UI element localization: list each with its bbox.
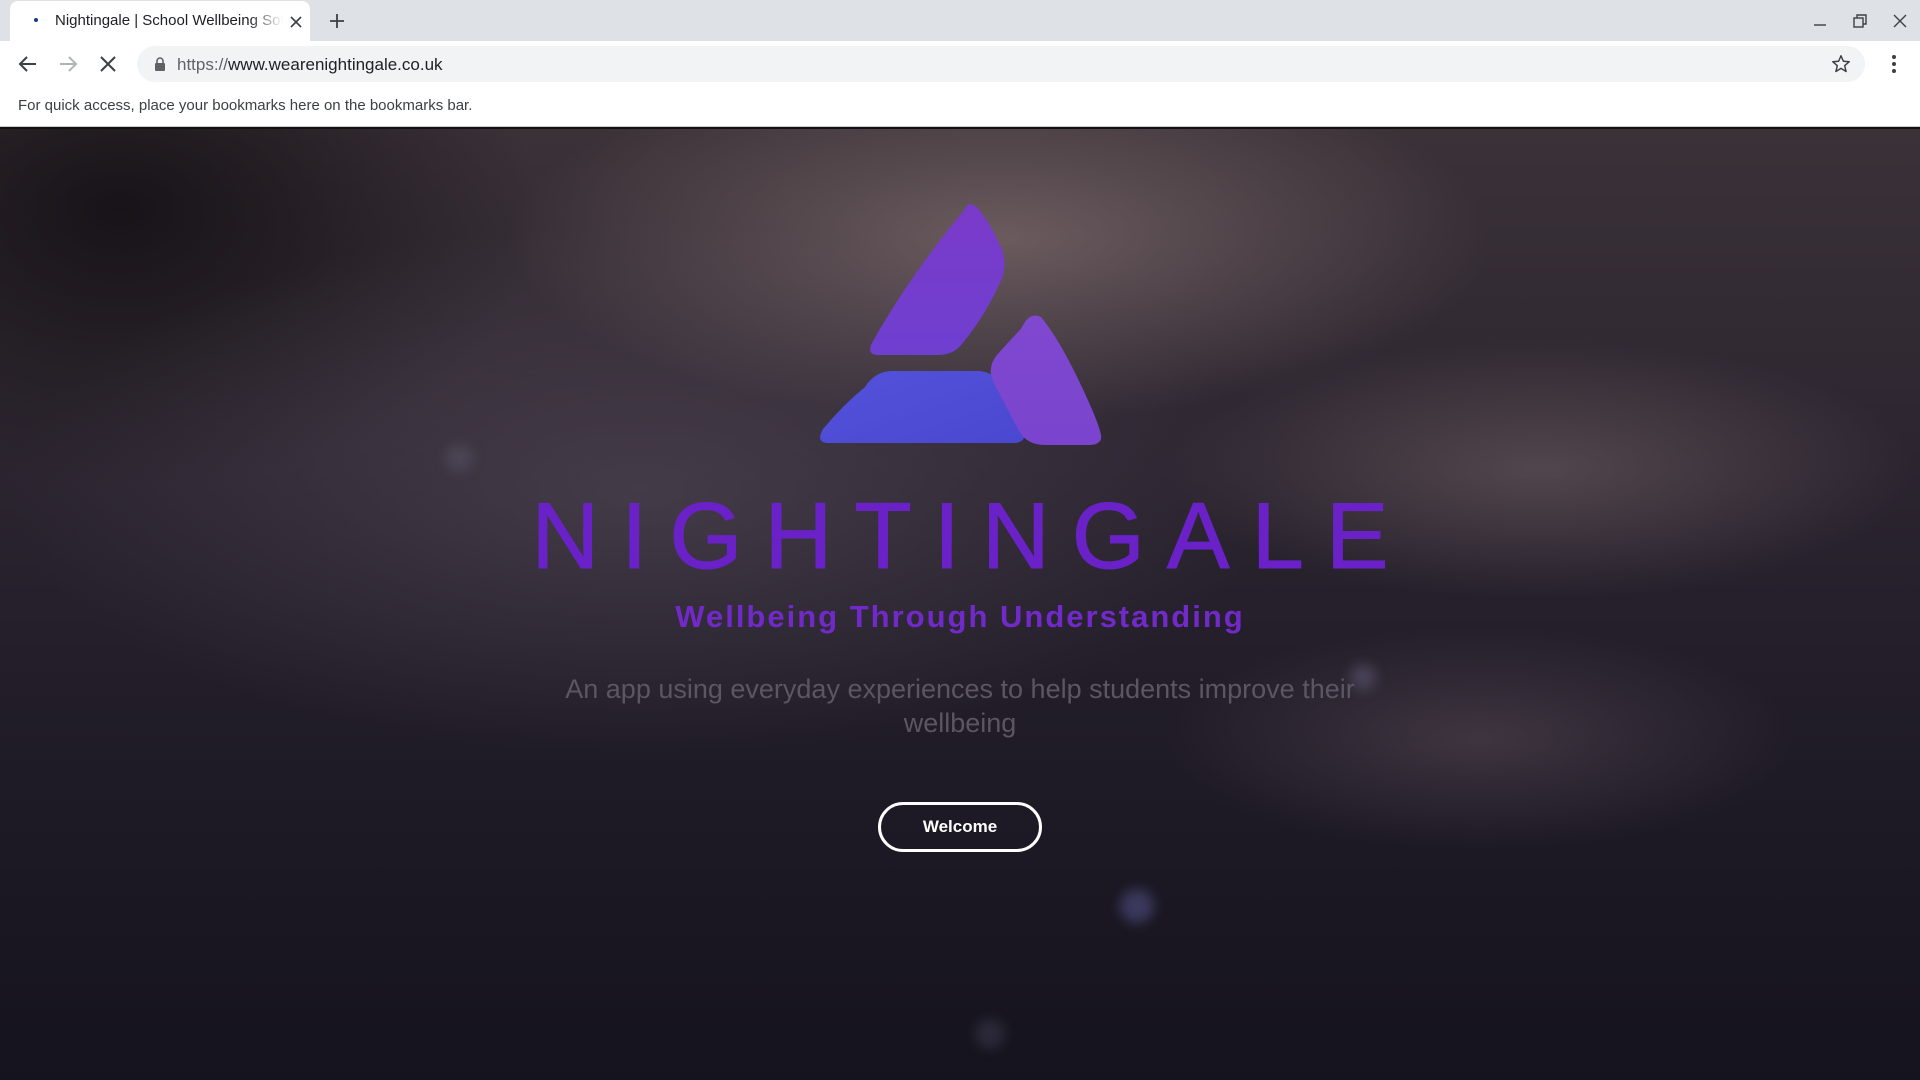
tab-close-icon[interactable] [286,12,306,32]
tab-title: Nightingale | School Wellbeing Software [55,12,283,29]
kebab-menu-icon [1892,55,1896,73]
stop-loading-button[interactable] [94,50,122,78]
url-scheme: https:// [177,55,229,74]
arrow-right-icon [60,56,78,72]
restore-button[interactable] [1847,8,1873,34]
address-bar[interactable]: https://www.wearenightingale.co.uk [137,46,1865,82]
tab-active[interactable]: Nightingale | School Wellbeing Software [10,1,310,41]
minimize-icon [1814,24,1826,26]
bokeh-light [1120,889,1154,923]
forward-button[interactable] [54,50,82,78]
tagline: Wellbeing Through Understanding [675,599,1245,634]
star-icon[interactable] [1830,53,1852,75]
bokeh-light [445,444,473,472]
close-icon [100,56,116,72]
bookmarks-hint: For quick access, place your bookmarks h… [18,97,473,114]
url-host: www.wearenightingale.co.uk [228,55,443,74]
tab-strip: Nightingale | School Wellbeing Software [0,0,1920,41]
brand-wordmark: NIGHTINGALE [531,483,1411,588]
bokeh-light [975,1019,1005,1049]
browser-menu-button[interactable] [1880,50,1908,78]
welcome-button[interactable]: Welcome [878,802,1042,852]
bookmarks-bar: For quick access, place your bookmarks h… [0,87,1920,127]
back-button[interactable] [14,50,42,78]
restore-icon [1853,14,1867,28]
close-icon [1893,14,1907,28]
browser-toolbar: https://www.wearenightingale.co.uk [0,41,1920,87]
hero-section: NIGHTINGALE Wellbeing Through Understand… [0,129,1920,1080]
new-tab-button[interactable] [324,9,350,33]
lock-icon[interactable] [153,57,167,71]
close-window-button[interactable] [1887,8,1913,34]
favicon-icon [34,18,38,22]
hero-description: An app using everyday experiences to hel… [565,674,1355,738]
plus-icon [330,14,344,28]
arrow-left-icon [18,56,36,72]
nightingale-logo-icon [820,204,1102,445]
url-text[interactable]: https://www.wearenightingale.co.uk [177,55,443,75]
browser-window: Nightingale | School Wellbeing Software [0,0,1920,1080]
minimize-button[interactable] [1807,8,1833,34]
